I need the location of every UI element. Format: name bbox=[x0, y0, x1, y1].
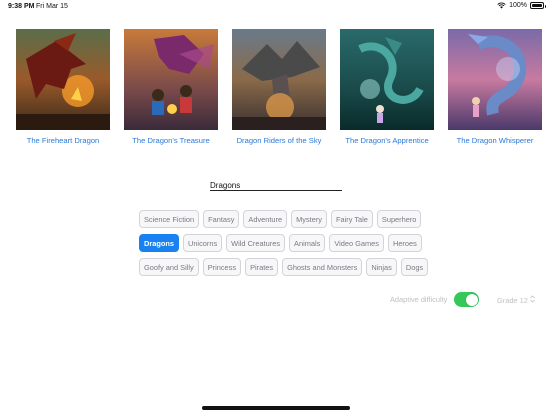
chip-dogs[interactable]: Dogs bbox=[400, 258, 429, 276]
up-down-chevron-icon bbox=[530, 295, 535, 305]
home-indicator[interactable] bbox=[202, 406, 350, 410]
battery-icon bbox=[530, 2, 546, 9]
book-list: The Fireheart Dragon The Dragon's Treasu… bbox=[16, 29, 542, 145]
grade-selector[interactable]: Grade 12 bbox=[497, 295, 535, 305]
chip-fantasy[interactable]: Fantasy bbox=[203, 210, 240, 228]
grade-label: Grade 12 bbox=[497, 295, 528, 305]
chip-mystery[interactable]: Mystery bbox=[291, 210, 327, 228]
chip-fairy-tale[interactable]: Fairy Tale bbox=[331, 210, 373, 228]
book-card[interactable]: The Dragon Whisperer bbox=[448, 29, 542, 145]
book-cover-image[interactable] bbox=[340, 29, 434, 130]
chip-ghosts-and-monsters[interactable]: Ghosts and Monsters bbox=[282, 258, 363, 276]
wifi-icon bbox=[497, 2, 506, 9]
chip-dragons[interactable]: Dragons bbox=[139, 234, 179, 252]
book-title[interactable]: Dragon Riders of the Sky bbox=[237, 136, 322, 145]
chip-ninjas[interactable]: Ninjas bbox=[366, 258, 397, 276]
status-time: 9:38 PM bbox=[8, 3, 35, 10]
book-cover-image[interactable] bbox=[448, 29, 542, 130]
book-title[interactable]: The Dragon Whisperer bbox=[457, 136, 534, 145]
chip-science-fiction[interactable]: Science Fiction bbox=[139, 210, 200, 228]
book-card[interactable]: The Dragon's Treasure bbox=[124, 29, 218, 145]
adaptive-difficulty-label: Adaptive difficulty bbox=[390, 295, 448, 304]
status-date: Fri Mar 15 bbox=[36, 3, 68, 10]
chip-animals[interactable]: Animals bbox=[289, 234, 326, 252]
adaptive-difficulty-toggle[interactable] bbox=[454, 292, 480, 307]
book-cover-image[interactable] bbox=[232, 29, 326, 130]
chip-unicorns[interactable]: Unicorns bbox=[182, 234, 223, 252]
book-card[interactable]: Dragon Riders of the Sky bbox=[232, 29, 326, 145]
book-card[interactable]: The Fireheart Dragon bbox=[16, 29, 110, 145]
book-title[interactable]: The Fireheart Dragon bbox=[27, 136, 100, 145]
chip-wild-creatures[interactable]: Wild Creatures bbox=[226, 234, 286, 252]
chip-adventure[interactable]: Adventure bbox=[243, 210, 288, 228]
adaptive-difficulty: Adaptive difficulty bbox=[390, 292, 480, 307]
book-cover-image[interactable] bbox=[16, 29, 110, 130]
search-field[interactable] bbox=[210, 175, 342, 192]
chip-goofy-and-silly[interactable]: Goofy and Silly bbox=[139, 258, 199, 276]
book-title[interactable]: The Dragon's Apprentice bbox=[345, 136, 428, 145]
chip-princess[interactable]: Princess bbox=[202, 258, 242, 276]
chip-pirates[interactable]: Pirates bbox=[245, 258, 279, 276]
toggle-knob bbox=[465, 293, 478, 306]
category-row-2: Dragons Unicorns Wild Creatures Animals … bbox=[139, 234, 422, 252]
battery-percent: 100% bbox=[509, 2, 527, 9]
chip-superhero[interactable]: Superhero bbox=[376, 210, 422, 228]
status-right: 100% bbox=[497, 2, 546, 9]
book-card[interactable]: The Dragon's Apprentice bbox=[340, 29, 434, 145]
battery-fill bbox=[532, 4, 542, 7]
category-row-3: Goofy and Silly Princess Pirates Ghosts … bbox=[139, 258, 429, 276]
chip-heroes[interactable]: Heroes bbox=[387, 234, 422, 252]
book-cover-image[interactable] bbox=[124, 29, 218, 130]
search-input[interactable] bbox=[210, 179, 342, 192]
book-title[interactable]: The Dragon's Treasure bbox=[132, 136, 209, 145]
category-row-1: Science Fiction Fantasy Adventure Myster… bbox=[139, 210, 422, 228]
status-bar: 9:38 PM Fri Mar 15 100% bbox=[0, 0, 552, 14]
chip-video-games[interactable]: Video Games bbox=[329, 234, 384, 252]
